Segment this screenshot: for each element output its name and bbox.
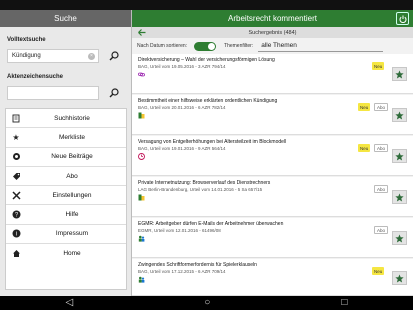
fulltext-row: Kündigung × bbox=[7, 48, 125, 64]
subscription-badge: Abo bbox=[374, 144, 389, 152]
file-number-input[interactable] bbox=[7, 86, 99, 100]
system-nav-bar: ◁ ○ □ bbox=[0, 296, 413, 310]
star-icon[interactable] bbox=[392, 190, 407, 204]
menu-item-label: Abo bbox=[66, 172, 78, 180]
clear-icon[interactable]: × bbox=[88, 53, 95, 60]
tag-icon bbox=[11, 171, 21, 181]
item-meta: BAG, Urteil vom 19.05.2016 - 3 AZR 794/1… bbox=[138, 64, 226, 69]
menu-item-label: Neue Beiträge bbox=[51, 153, 93, 161]
people-icon bbox=[138, 235, 145, 242]
topic-filter-select[interactable]: alle Themen bbox=[258, 40, 384, 52]
menu-item-new-posts[interactable]: Neue Beiträge bbox=[6, 148, 126, 167]
tools-icon bbox=[11, 190, 21, 200]
recents-icon[interactable]: □ bbox=[341, 298, 347, 308]
file-number-label: Aktenzeichensuche bbox=[7, 74, 64, 80]
menu-item-settings[interactable]: Einstellungen bbox=[6, 186, 126, 206]
item-meta: LAG Berlin-Brandenburg, Urteil vom 14.01… bbox=[138, 187, 263, 192]
history-icon bbox=[11, 113, 21, 123]
fulltext-label: Volltextsuche bbox=[7, 37, 46, 43]
menu-item-label: Suchhistorie bbox=[54, 114, 90, 122]
search-icon[interactable] bbox=[107, 86, 121, 100]
new-badge: Neu bbox=[372, 267, 385, 275]
menu-item-bookmarks[interactable]: ★ Merkliste bbox=[6, 128, 126, 148]
menu-item-label: Merkliste bbox=[58, 133, 85, 141]
item-meta: BAG, Urteil vom 20.01.2016 - 6 AZR 782/1… bbox=[138, 105, 226, 110]
new-badge: Neu bbox=[372, 62, 385, 70]
paragraph-icon bbox=[138, 112, 145, 119]
sort-by-date-toggle[interactable] bbox=[194, 41, 217, 51]
topic-filter-value: alle Themen bbox=[261, 42, 297, 49]
home-icon[interactable]: ○ bbox=[204, 298, 210, 308]
menu-item-imprint[interactable]: i Impressum bbox=[6, 225, 126, 245]
main-menu: Suchhistorie ★ Merkliste Neue Beiträge A… bbox=[5, 108, 127, 290]
content-panel: Arbeitsrecht kommentiert Suchergebnis (4… bbox=[132, 10, 413, 296]
item-meta: EGMR, Urteil vom 12.01.2016 - 61496/08 bbox=[138, 228, 221, 233]
arrow-left-icon[interactable] bbox=[137, 28, 147, 37]
topic-filter-label: Themenfilter: bbox=[224, 43, 254, 49]
new-badge: Neu bbox=[358, 103, 371, 111]
sort-label: Nach Datum sortieren: bbox=[137, 43, 188, 49]
star-icon[interactable] bbox=[392, 271, 407, 285]
star-icon: ★ bbox=[12, 132, 20, 142]
menu-item-subscription[interactable]: Abo bbox=[6, 167, 126, 187]
list-item[interactable]: Private Internetnutzung: Browserverlauf … bbox=[132, 177, 413, 217]
people-icon bbox=[138, 276, 145, 283]
file-number-row bbox=[7, 85, 125, 101]
item-title: Bestimmtheit einer hilfsweise erklärten … bbox=[138, 98, 278, 104]
subscription-badge: Abo bbox=[374, 226, 389, 234]
star-icon[interactable] bbox=[392, 231, 407, 245]
home-icon bbox=[11, 249, 21, 259]
app-title: Arbeitsrecht kommentiert bbox=[228, 14, 317, 23]
menu-item-label: Hilfe bbox=[65, 211, 79, 219]
subscription-badge: Abo bbox=[374, 185, 389, 193]
item-title: Versagung von Entgelterhöhungen bei Alte… bbox=[138, 139, 287, 145]
back-icon[interactable]: ◁ bbox=[66, 298, 74, 308]
info-icon: i bbox=[11, 229, 21, 239]
new-items-icon bbox=[11, 152, 21, 162]
list-item[interactable]: Direktversicherung – Wahl der versicheru… bbox=[132, 54, 413, 94]
list-item[interactable]: Bestimmtheit einer hilfsweise erklärten … bbox=[132, 95, 413, 135]
subscription-badge: Abo bbox=[374, 103, 389, 111]
new-badge: Neu bbox=[358, 144, 371, 152]
search-panel: Suche Volltextsuche Kündigung × Aktenzei… bbox=[0, 10, 132, 296]
filter-row: Nach Datum sortieren: Themenfilter: alle… bbox=[132, 38, 413, 54]
search-icon[interactable] bbox=[107, 49, 121, 63]
menu-item-label: Impressum bbox=[55, 230, 89, 238]
list-item[interactable]: Versagung von Entgelterhöhungen bei Alte… bbox=[132, 136, 413, 176]
results-count: Suchergebnis (484) bbox=[248, 29, 297, 36]
star-icon[interactable] bbox=[392, 67, 407, 81]
menu-item-label: Einstellungen bbox=[52, 191, 92, 199]
item-title: EGMR: Arbeitgeber dürfen E-Mails der Arb… bbox=[138, 221, 284, 227]
menu-item-history[interactable]: Suchhistorie bbox=[6, 109, 126, 129]
item-meta: BAG, Urteil vom 17.12.2015 - 6 AZR 709/1… bbox=[138, 269, 226, 274]
menu-item-home[interactable]: Home bbox=[6, 244, 126, 263]
svg-text:i: i bbox=[15, 232, 16, 238]
clock-icon bbox=[138, 153, 145, 160]
item-title: Private Internetnutzung: Browserverlauf … bbox=[138, 180, 271, 186]
link-icon bbox=[138, 71, 145, 78]
menu-item-label: Home bbox=[63, 250, 81, 258]
power-icon[interactable] bbox=[396, 12, 409, 25]
menu-item-help[interactable]: ? Hilfe bbox=[6, 205, 126, 225]
list-item[interactable]: Zwingendes Schriftformerfordernis für Sp… bbox=[132, 259, 413, 296]
item-title: Zwingendes Schriftformerfordernis für Sp… bbox=[138, 262, 257, 268]
star-icon[interactable] bbox=[392, 108, 407, 122]
results-bar: Suchergebnis (484) bbox=[132, 27, 413, 38]
item-title: Direktversicherung – Wahl der versicheru… bbox=[138, 57, 275, 63]
list-item[interactable]: EGMR: Arbeitgeber dürfen E-Mails der Arb… bbox=[132, 218, 413, 258]
paragraph-icon bbox=[138, 194, 145, 201]
status-bar bbox=[0, 0, 413, 10]
fulltext-input[interactable]: Kündigung × bbox=[7, 49, 99, 63]
star-icon[interactable] bbox=[392, 149, 407, 163]
fulltext-value: Kündigung bbox=[12, 53, 41, 59]
search-panel-title: Suche bbox=[0, 10, 131, 27]
app-title-bar: Arbeitsrecht kommentiert bbox=[132, 10, 413, 27]
result-list: Direktversicherung – Wahl der versicheru… bbox=[132, 54, 413, 296]
help-icon: ? bbox=[11, 210, 21, 220]
item-meta: BAG, Urteil vom 19.01.2016 - 9 AZR 564/1… bbox=[138, 146, 226, 151]
